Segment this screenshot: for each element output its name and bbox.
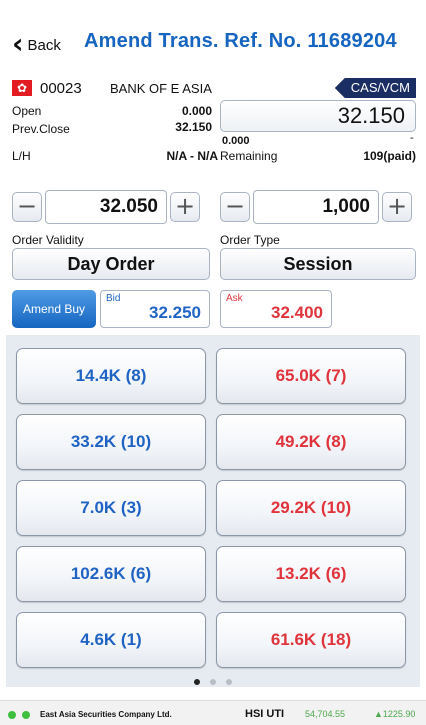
quantity-stepper: − 1,000 + xyxy=(220,190,412,224)
ask-queue-button[interactable]: 29.2K (10) xyxy=(216,480,406,536)
ask-queue-button[interactable]: 49.2K (8) xyxy=(216,414,406,470)
page-title: Amend Trans. Ref. No. 11689204 xyxy=(84,30,397,52)
bid-queue-button[interactable]: 102.6K (6) xyxy=(16,546,206,602)
price-stepper: − 32.050 + xyxy=(12,190,200,224)
ask-label: Ask xyxy=(226,293,243,304)
price-decrease-button[interactable]: − xyxy=(12,192,42,222)
back-button[interactable]: ‹ Back xyxy=(12,30,61,58)
index-name: HSI UTI xyxy=(245,708,285,720)
last-price: 32.150 xyxy=(220,100,416,132)
company-name: East Asia Securities Company Ltd. xyxy=(40,710,172,719)
change-value: 0.000 xyxy=(222,135,250,147)
bid-value: 32.250 xyxy=(149,303,201,322)
ask-queue-button[interactable]: 61.6K (18) xyxy=(216,612,406,668)
chevron-left-icon: ‹ xyxy=(12,27,24,60)
lh-label: L/H xyxy=(12,149,31,163)
ask-queue-button[interactable]: 65.0K (7) xyxy=(216,348,406,404)
bid-price-box[interactable]: Bid 32.250 xyxy=(100,290,210,328)
price-increase-button[interactable]: + xyxy=(170,192,200,222)
bid-label: Bid xyxy=(106,293,121,304)
index-change: ▲1225.90 xyxy=(374,709,416,719)
change-dash: - xyxy=(410,132,414,144)
order-type-select[interactable]: Session xyxy=(220,248,416,280)
prev-close-label: Prev.Close xyxy=(12,122,70,136)
bid-queue-button[interactable]: 7.0K (3) xyxy=(16,480,206,536)
bid-queue-button[interactable]: 14.4K (8) xyxy=(16,348,206,404)
index-value: 54,704.55 xyxy=(305,709,346,719)
quantity-increase-button[interactable]: + xyxy=(382,192,412,222)
back-label: Back xyxy=(27,36,61,54)
open-value: 0.000 xyxy=(181,104,212,118)
stock-name: BANK OF E ASIA xyxy=(110,81,212,96)
page-dot[interactable] xyxy=(194,679,200,685)
page-dot[interactable] xyxy=(226,679,232,685)
ask-queue-button[interactable]: 13.2K (6) xyxy=(216,546,406,602)
order-type-label: Order Type xyxy=(220,233,280,247)
remaining-value: 109(paid) xyxy=(363,149,416,163)
prev-close-value: 32.150 xyxy=(175,120,212,134)
cas-vcm-tag: CAS/VCM xyxy=(334,78,416,98)
lh-value: N/A - N/A xyxy=(166,149,218,163)
status-footer: East Asia Securities Company Ltd. HSI UT… xyxy=(0,700,426,725)
stock-quote: ✿ 00023 BANK OF E ASIA CAS/VCM Open 0.00… xyxy=(0,70,426,185)
remaining-label: Remaining xyxy=(220,149,278,163)
order-validity-select[interactable]: Day Order xyxy=(12,248,210,280)
price-input[interactable]: 32.050 xyxy=(45,190,167,224)
order-validity-label: Order Validity xyxy=(12,233,84,247)
quantity-input[interactable]: 1,000 xyxy=(253,190,379,224)
status-dot-icon xyxy=(22,711,30,719)
status-dot-icon xyxy=(8,711,16,719)
stock-code: 00023 xyxy=(40,80,82,97)
page-indicator[interactable] xyxy=(0,672,426,690)
page-dot[interactable] xyxy=(210,679,216,685)
ask-price-box[interactable]: Ask 32.400 xyxy=(220,290,332,328)
ask-value: 32.400 xyxy=(271,303,323,322)
bid-queue-button[interactable]: 33.2K (10) xyxy=(16,414,206,470)
nav-header: ‹ Back Amend Trans. Ref. No. 11689204 xyxy=(0,0,426,70)
bid-queue-button[interactable]: 4.6K (1) xyxy=(16,612,206,668)
amend-buy-button[interactable]: Amend Buy xyxy=(12,290,96,328)
quantity-decrease-button[interactable]: − xyxy=(220,192,250,222)
open-label: Open xyxy=(12,104,42,118)
hk-flag-icon: ✿ xyxy=(12,80,32,96)
